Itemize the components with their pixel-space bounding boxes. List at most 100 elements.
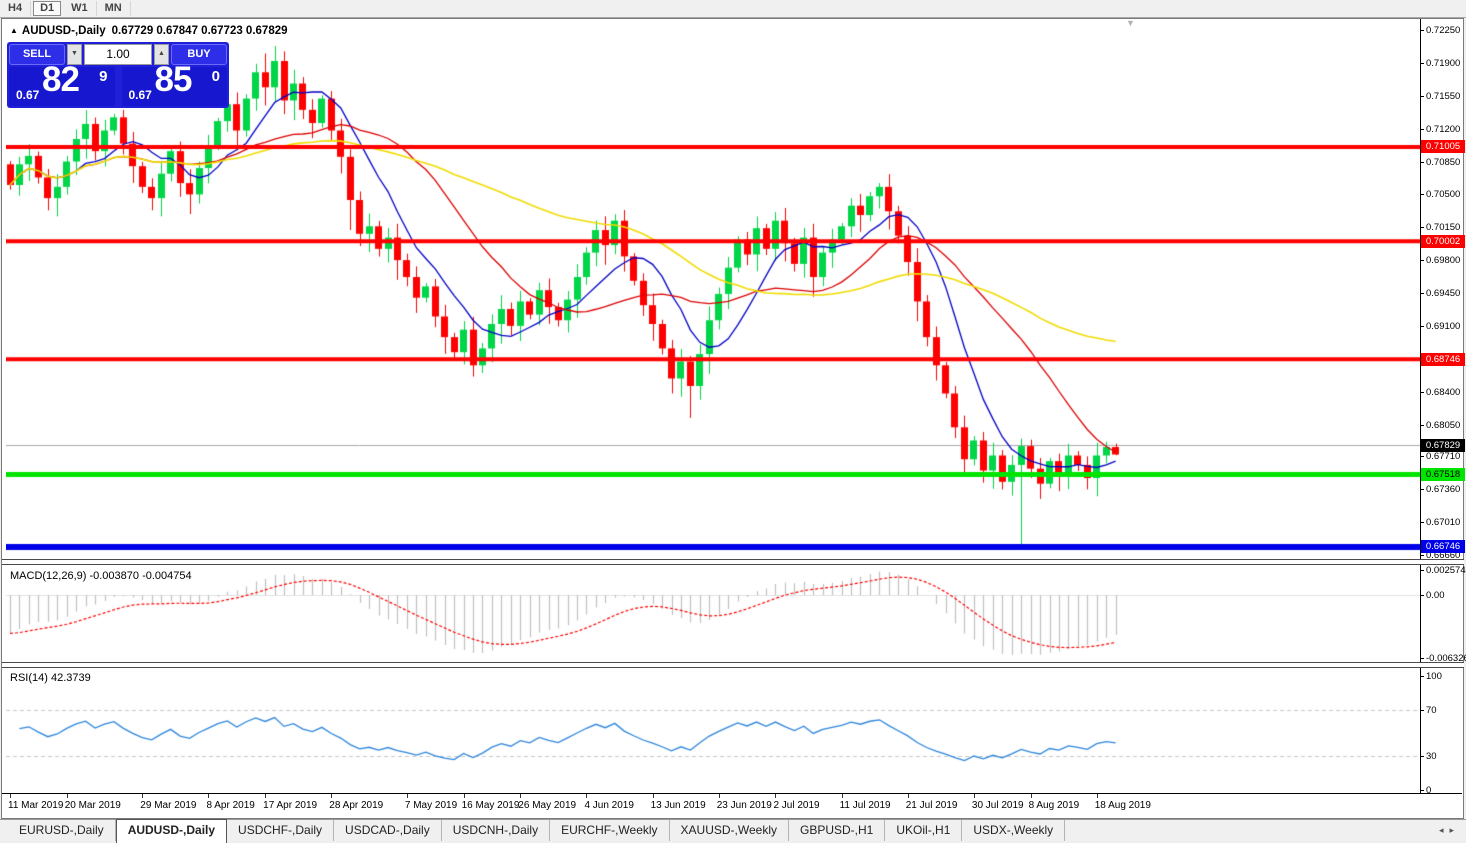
price-axis-tick [1420,392,1424,393]
price-axis-label: 0.70850 [1426,157,1466,168]
rsi-panel-splitter[interactable] [2,662,1464,668]
date-axis-tick [842,794,843,798]
price-axis-label: 0.68400 [1426,387,1466,398]
chart-tab-eurusd-daily[interactable]: EURUSD-,Daily [8,820,116,841]
price-axis-label: 0.71550 [1426,91,1466,102]
price-axis-tick [1420,227,1424,228]
chart-tab-audusd-daily[interactable]: AUDUSD-,Daily [116,819,227,843]
rsi-axis-label: 100 [1426,671,1466,682]
date-axis-tick [1031,794,1032,798]
chart-ohlc-values: 0.67729 0.67847 0.67723 0.67829 [112,25,288,37]
chart-tab-usdcnh-daily[interactable]: USDCNH-,Daily [442,820,550,841]
date-axis-label: 11 Jul 2019 [840,800,891,811]
price-level-label: 0.68746 [1421,353,1465,366]
price-axis-tick [1420,63,1424,64]
chart-tab-usdcad-daily[interactable]: USDCAD-,Daily [334,820,442,841]
date-axis-label: 2 Jul 2019 [773,800,819,811]
chart-header: ▲AUDUSD-,Daily0.67729 0.67847 0.67723 0.… [10,25,288,37]
date-axis-tick [407,794,408,798]
chart-tab-usdx-weekly[interactable]: USDX-,Weekly [962,820,1065,841]
timeframe-button-w1[interactable]: W1 [63,1,97,16]
price-axis-tick [1420,555,1424,556]
chart-tab-ukoil-h1[interactable]: UKOil-,H1 [885,820,962,841]
volume-input[interactable]: 1.00 [84,44,152,65]
macd-axis-tick [1420,595,1424,596]
tab-scroll-arrows: ◂▸ [1439,825,1460,836]
date-axis-label: 23 Jun 2019 [717,800,772,811]
chart-tab-gbpusd-h1[interactable]: GBPUSD-,H1 [789,820,885,841]
date-axis-label: 7 May 2019 [405,800,457,811]
price-axis-label: 0.70500 [1426,189,1466,200]
date-axis-tick [331,794,332,798]
rsi-axis-tick [1420,756,1424,757]
buy-price-big-digits: 85 [155,60,192,100]
date-axis-label: 18 Aug 2019 [1095,800,1151,811]
date-axis-label: 4 Jun 2019 [584,800,634,811]
sell-price-prefix: 0.67 [16,88,39,102]
chart-tab-xauusd-weekly[interactable]: XAUUSD-,Weekly [670,820,789,841]
price-level-label: 0.67829 [1421,439,1465,452]
price-axis-label: 0.67010 [1426,517,1466,528]
buy-price-display[interactable]: 0.67 85 0 [122,67,228,106]
price-axis-label: 0.69100 [1426,321,1466,332]
rsi-axis-label: 0 [1426,785,1466,796]
date-axis-label: 21 Jul 2019 [906,800,958,811]
price-axis-label: 0.67710 [1426,451,1466,462]
rsi-label: RSI(14) 42.3739 [10,672,91,684]
timeframe-button-mn[interactable]: MN [97,1,131,16]
sell-price-pip-digit: 9 [99,68,107,85]
macd-axis-label: 0.002574 [1426,565,1466,576]
timeframe-button-d1[interactable]: D1 [33,1,61,16]
date-axis-tick [908,794,909,798]
tab-scroll-left-icon[interactable]: ◂ [1439,825,1450,835]
price-level-label: 0.67518 [1421,468,1465,481]
timeframe-toolbar: H4D1W1MN [0,0,1466,18]
chart-tab-usdchf-daily[interactable]: USDCHF-,Daily [227,820,334,841]
buy-price-pip-digit: 0 [212,68,220,85]
price-axis-label: 0.70150 [1426,222,1466,233]
sell-price-display[interactable]: 0.67 82 9 [9,67,115,106]
macd-panel-splitter[interactable] [2,559,1464,565]
date-axis-label: 20 Mar 2019 [65,800,121,811]
sell-price-big-digits: 82 [42,60,79,100]
macd-label: MACD(12,26,9) -0.003870 -0.004754 [10,570,192,582]
price-axis-label: 0.68050 [1426,420,1466,431]
price-axis-label: 0.71200 [1426,124,1466,135]
rsi-axis-label: 70 [1426,705,1466,716]
rsi-axis-tick [1420,790,1424,791]
date-axis-label: 8 Apr 2019 [206,800,254,811]
rsi-indicator-canvas[interactable] [6,668,1420,792]
price-axis-tick [1420,260,1424,261]
date-axis-tick [586,794,587,798]
price-level-label: 0.66746 [1421,540,1465,553]
price-axis-tick [1420,522,1424,523]
price-axis-tick [1420,489,1424,490]
rsi-axis-tick [1420,676,1424,677]
date-axis-label: 30 Jul 2019 [972,800,1024,811]
price-axis-label: 0.67360 [1426,484,1466,495]
chart-tab-eurchf-weekly[interactable]: EURCHF-,Weekly [550,820,669,841]
price-axis-line [1420,19,1421,794]
time-axis-border [2,793,1462,794]
price-axis-tick [1420,30,1424,31]
price-axis-tick [1420,293,1424,294]
price-axis-label: 0.69450 [1426,288,1466,299]
macd-axis-label: 0.00 [1426,590,1466,601]
scroll-to-end-icon[interactable]: ▼ [1126,18,1135,28]
price-level-label: 0.71005 [1421,140,1465,153]
date-axis-label: 13 Jun 2019 [651,800,706,811]
date-axis-label: 8 Aug 2019 [1029,800,1080,811]
date-axis-tick [974,794,975,798]
date-axis-tick [10,794,11,798]
macd-indicator-canvas[interactable] [6,566,1420,660]
date-axis-tick [719,794,720,798]
tab-scroll-right-icon[interactable]: ▸ [1449,825,1460,835]
date-axis-tick [208,794,209,798]
timeframe-button-h4[interactable]: H4 [0,1,31,16]
price-axis-tick [1420,96,1424,97]
price-axis-label: 0.69800 [1426,255,1466,266]
price-axis-tick [1420,162,1424,163]
date-axis-label: 26 May 2019 [518,800,576,811]
date-axis-label: 11 Mar 2019 [8,800,63,811]
price-axis-tick [1420,456,1424,457]
